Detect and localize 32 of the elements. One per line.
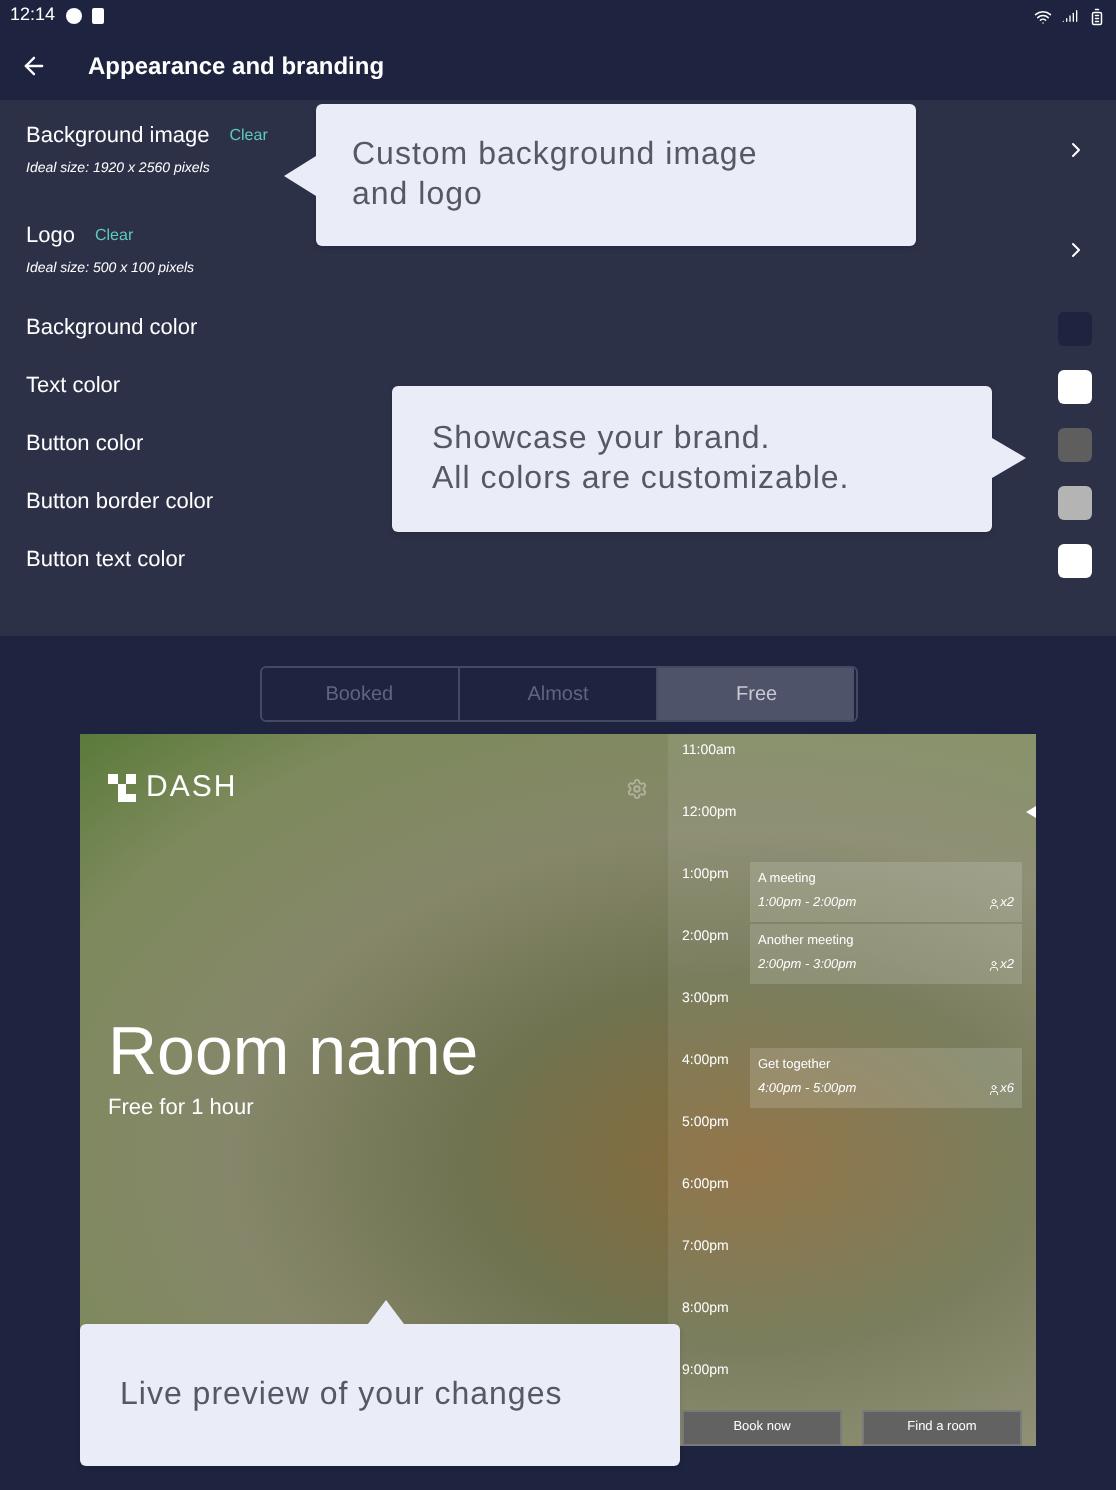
callout-text: Showcase your brand. [432, 419, 773, 459]
setting-label: Button text color [26, 546, 185, 577]
page-title: Appearance and branding [88, 50, 385, 84]
room-status: Free for 1 hour [108, 1093, 256, 1123]
status-tab[interactable]: Free [656, 668, 855, 720]
callout-text: Live preview of your changes [120, 1375, 563, 1415]
setting-label: Background color [26, 314, 198, 345]
person-icon [988, 959, 1001, 972]
setting-label: Button color [26, 430, 144, 461]
color-swatch[interactable] [1058, 428, 1092, 462]
person-icon [988, 1083, 1001, 1096]
setting-label: Text color [26, 372, 121, 403]
callout-text: Custom background image and logo [352, 135, 760, 215]
color-swatch[interactable] [1058, 544, 1092, 578]
status-tab[interactable]: Booked [261, 668, 458, 720]
wifi-icon [1034, 7, 1052, 25]
battery-icon [1088, 7, 1106, 25]
callout-text: All colors are customizable. [432, 459, 852, 499]
logo-icon [108, 774, 136, 803]
logo-text: DASH [146, 768, 238, 808]
clear-link[interactable]: Clear [94, 223, 134, 248]
setting-label: Button border color [26, 488, 214, 519]
room-name: Room name [108, 1011, 481, 1091]
setting-label: Logo [26, 221, 75, 251]
back-icon[interactable] [20, 52, 48, 80]
person-icon [988, 897, 1001, 910]
color-swatch[interactable] [1058, 486, 1092, 520]
status-time: 12:14 [10, 2, 56, 29]
signal-icon [1062, 8, 1078, 24]
color-swatch[interactable] [1058, 370, 1092, 404]
clear-link[interactable]: Clear [229, 123, 268, 148]
setting-label: Background image [26, 121, 210, 151]
